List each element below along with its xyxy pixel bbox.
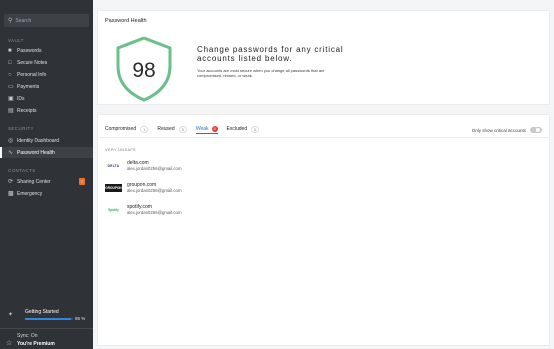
tab-label: Excluded <box>226 126 248 132</box>
sparkle-icon: ✦ <box>8 312 14 318</box>
sidebar-item-label: Password Health <box>17 149 55 156</box>
main-content: Password Health 98 Change passwords for … <box>93 0 554 349</box>
tab-label: Weak <box>195 125 209 132</box>
getting-started-percent: 95 % <box>75 316 86 321</box>
tab-count-alert: 3 <box>211 125 218 132</box>
sidebar-item-receipts[interactable]: ▤ Receipts <box>0 105 93 116</box>
emergency-icon: ▩ <box>8 191 14 197</box>
receipt-icon: ▤ <box>8 108 14 114</box>
section-label-vault: VAULT <box>8 38 24 43</box>
tab-count: 0 <box>251 125 260 133</box>
tab-compromised[interactable]: Compromised 1 <box>105 124 149 134</box>
tab-weak[interactable]: Weak 3 <box>195 124 218 134</box>
sidebar-item-emergency[interactable]: ▩ Emergency <box>0 188 93 199</box>
password-list-card: Compromised 1 Reused 3 Weak 3 Excluded 0… <box>97 114 551 346</box>
section-label-security: SECURITY <box>8 126 34 131</box>
toggle-switch[interactable] <box>530 127 542 133</box>
sidebar-item-password-health[interactable]: ∿ Password Health <box>0 147 93 158</box>
getting-started-progress-fill <box>25 318 71 320</box>
filter-tabs: Compromised 1 Reused 3 Weak 3 Excluded 0 <box>105 124 268 134</box>
sidebar-item-label: Identity Dashboard <box>17 137 59 144</box>
search-icon: ⚲ <box>8 18 13 24</box>
sidebar: ⚲ Search VAULT ■ Passwords □ Secure Note… <box>0 0 93 349</box>
alert-badge: ! <box>79 178 85 185</box>
sidebar-item-label: Emergency <box>17 190 43 197</box>
sidebar-item-label: Sharing Center <box>17 178 51 185</box>
lock-icon: ■ <box>8 47 12 54</box>
getting-started-progress-bar <box>25 318 73 320</box>
delta-logo: DELTA <box>107 164 120 168</box>
getting-started-label: Getting Started <box>25 309 59 315</box>
tab-count: 1 <box>140 125 149 133</box>
premium-label: You're Premium <box>17 341 55 347</box>
tab-count: 3 <box>178 125 187 133</box>
tab-label: Compromised <box>105 126 137 132</box>
critical-toggle-label: Only show critical accounts <box>471 127 526 133</box>
spotify-logo: Spotify <box>108 208 119 212</box>
search-input[interactable]: ⚲ Search <box>4 14 89 27</box>
account-email: alex.jordan0256@gmail.com <box>127 166 182 171</box>
sidebar-item-label: Secure Notes <box>17 59 48 66</box>
tab-reused[interactable]: Reused 3 <box>157 124 187 134</box>
health-headline: Change passwords for any critical accoun… <box>197 45 344 63</box>
sidebar-item-ids[interactable]: ▣ IDs <box>0 93 93 104</box>
list-item[interactable]: GROUPON groupon.com alex.jordan0256@gmai… <box>105 181 305 197</box>
sidebar-item-label: Passwords <box>17 47 42 54</box>
sidebar-item-passwords[interactable]: ■ Passwords <box>0 45 93 56</box>
dashboard-icon: ◎ <box>8 138 14 144</box>
health-subtext: Your accounts are most secure when you c… <box>197 68 325 78</box>
sidebar-item-payments[interactable]: ▭ Payments <box>0 81 93 92</box>
sidebar-item-personal-info[interactable]: ○ Personal Info <box>0 69 93 80</box>
tab-label: Reused <box>157 126 175 132</box>
id-icon: ▣ <box>8 96 14 102</box>
note-icon: □ <box>8 59 12 66</box>
person-icon: ○ <box>8 71 12 78</box>
sidebar-item-label: Personal Info <box>17 71 47 78</box>
tab-excluded[interactable]: Excluded 0 <box>227 124 260 134</box>
list-item[interactable]: Spotify spotify.com alex.jordan0256@gmai… <box>105 203 305 219</box>
search-placeholder: Search <box>15 17 32 24</box>
sidebar-item-label: Receipts <box>17 107 37 114</box>
list-item[interactable]: DELTA delta.com alex.jordan0256@gmail.co… <box>105 159 305 175</box>
critical-accounts-toggle[interactable]: Only show critical accounts <box>472 127 542 133</box>
share-icon: ⟳ <box>8 179 14 185</box>
account-email: alex.jordan0256@gmail.com <box>127 188 182 193</box>
page-title: Password Health <box>105 18 147 24</box>
pulse-icon: ∿ <box>8 150 14 156</box>
card-icon: ▭ <box>8 84 14 90</box>
star-icon: ☆ <box>6 340 13 347</box>
sidebar-item-label: IDs <box>17 95 25 102</box>
sidebar-item-label: Payments <box>17 83 40 90</box>
account-email: alex.jordan0256@gmail.com <box>127 210 182 215</box>
list-section-label: VERY UNSAFE <box>105 148 137 152</box>
sync-status-label: Sync: On <box>17 333 38 339</box>
divider <box>98 137 551 138</box>
health-score: 98 <box>132 59 156 82</box>
groupon-logo: GROUPON <box>105 184 122 192</box>
section-label-contacts: CONTACTS <box>8 168 36 173</box>
toggle-knob <box>536 128 540 132</box>
sidebar-item-identity-dashboard[interactable]: ◎ Identity Dashboard <box>0 135 93 146</box>
sidebar-item-sharing-center[interactable]: ⟳ Sharing Center ! <box>0 176 93 187</box>
sidebar-item-secure-notes[interactable]: □ Secure Notes <box>0 57 93 68</box>
password-health-header: Password Health 98 Change passwords for … <box>97 10 550 105</box>
sync-status: ☆ Sync: On You're Premium <box>0 328 93 349</box>
